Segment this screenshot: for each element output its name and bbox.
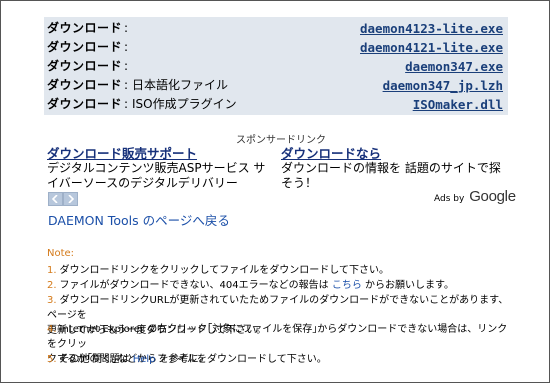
ad-body: ダウンロードの情報を 話題のサイトで探そう！ bbox=[281, 161, 501, 190]
ad-body: デジタルコンテンツ販売ASPサービス サイバーソースのデジタルデリバリー bbox=[47, 161, 266, 190]
note-text: その他の問題は bbox=[59, 354, 130, 365]
download-row: ダウンロード: 日本語化ファイル daemon347_jp.lzh bbox=[44, 76, 508, 95]
note-number: 4. bbox=[47, 324, 57, 335]
note-number: 1. bbox=[47, 265, 57, 276]
sponsored-links-label: スポンサードリンク bbox=[236, 135, 326, 146]
note-number: 3. bbox=[47, 295, 57, 306]
note-item: 5. その他の問題は Help を参考に。 bbox=[47, 352, 517, 367]
download-link[interactable]: ISOmaker.dll bbox=[413, 95, 503, 114]
download-table: ダウンロード: daemon4123-lite.exe ダウンロード: daem… bbox=[44, 17, 508, 115]
download-label: ダウンロード: bbox=[47, 40, 129, 54]
download-link[interactable]: daemon4123-lite.exe bbox=[360, 19, 503, 38]
note-text: ダウンロードリンクURLが更新されていたためファイルのダウンロードができないこと… bbox=[47, 295, 509, 321]
chevron-right-icon bbox=[68, 195, 74, 203]
download-label: ダウンロード: bbox=[47, 97, 129, 111]
ad-nav-arrows bbox=[48, 192, 78, 206]
download-label: ダウンロード: bbox=[47, 78, 129, 92]
download-row: ダウンロード: daemon4123-lite.exe bbox=[44, 19, 508, 38]
ads-by-label: Ads by bbox=[434, 194, 465, 204]
download-link[interactable]: daemon347_jp.lzh bbox=[383, 76, 503, 95]
report-link[interactable]: こちら bbox=[332, 280, 362, 291]
download-desc: 日本語化ファイル bbox=[132, 78, 229, 92]
note-number: 2. bbox=[47, 280, 57, 291]
download-label: ダウンロード: bbox=[47, 21, 129, 35]
download-row: ダウンロード: daemon4121-lite.exe bbox=[44, 38, 508, 57]
back-to-daemon-tools-link[interactable]: DAEMON Tools のページへ戻る bbox=[48, 210, 230, 229]
note-item: 1. ダウンロードリンクをクリックしてファイルをダウンロードして下さい。 bbox=[47, 263, 517, 278]
chevron-left-icon bbox=[52, 195, 58, 203]
note-text: ダウンロードリンクをクリックしてファイルをダウンロードして下さい。 bbox=[59, 265, 389, 276]
note-text: Internet Explorer の右クリック｢対象にファイルを保存｣からダウ… bbox=[47, 324, 508, 350]
ad-next-button[interactable] bbox=[63, 192, 78, 206]
note-title: Note: bbox=[47, 248, 75, 259]
download-row: ダウンロード: daemon347.exe bbox=[44, 57, 508, 76]
ad-title-link[interactable]: ダウンロードなら bbox=[281, 146, 509, 161]
ads-by-google[interactable]: Ads by Google bbox=[434, 188, 516, 205]
note-text: からお願いします。 bbox=[365, 280, 455, 291]
download-desc: ISO作成プラグイン bbox=[132, 97, 237, 111]
download-row: ダウンロード: ISO作成プラグイン ISOmaker.dll bbox=[44, 95, 508, 114]
download-link[interactable]: daemon347.exe bbox=[405, 57, 503, 76]
ad-prev-button[interactable] bbox=[48, 192, 63, 206]
ad-unit: ダウンロードなら ダウンロードの情報を 話題のサイトで探そう！ bbox=[281, 146, 509, 191]
download-link[interactable]: daemon4121-lite.exe bbox=[360, 38, 503, 57]
ad-unit: ダウンロード販売サポート デジタルコンテンツ販売ASPサービス サイバーソースの… bbox=[47, 146, 275, 191]
note-text: を参考に。 bbox=[158, 354, 209, 365]
help-link[interactable]: Help bbox=[133, 354, 156, 365]
ad-title-link[interactable]: ダウンロード販売サポート bbox=[47, 146, 275, 161]
note-item: 2. ファイルがダウンロードできない、404エラーなどの報告は こちら からお願い… bbox=[47, 278, 517, 293]
download-label: ダウンロード: bbox=[47, 59, 129, 73]
google-logo: Google bbox=[469, 188, 516, 205]
note-number: 5. bbox=[47, 354, 57, 365]
note-text: ファイルがダウンロードできない、404エラーなどの報告は bbox=[59, 280, 329, 291]
